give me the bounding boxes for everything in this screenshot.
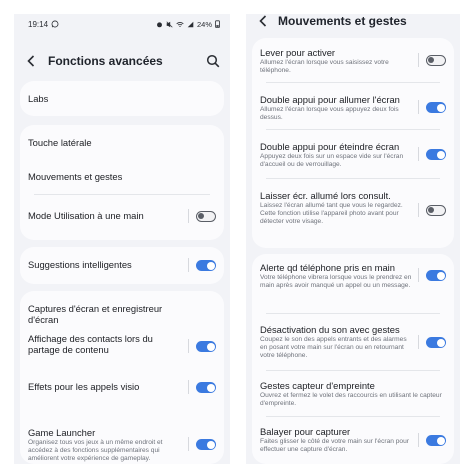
item-label: Alerte qd téléphone pris en main — [260, 262, 395, 273]
palm-swipe-capture-toggle[interactable] — [426, 435, 446, 446]
item-description: Ouvrez et fermez le volet des raccourcis… — [260, 392, 442, 407]
item-label: Double appui pour allumer l'écran — [260, 94, 400, 105]
separator — [418, 433, 419, 447]
page-title: Fonctions avancées — [48, 54, 163, 68]
gestures-card-1: Lever pour activer Allumez l'écran lorsq… — [252, 38, 454, 248]
chevron-left-icon — [27, 55, 35, 67]
list-item-lever-activer[interactable]: Lever pour activer Allumez l'écran lorsq… — [260, 38, 446, 82]
item-description: Organisez tous vos jeux à un même endroi… — [28, 439, 163, 462]
list-item-captures[interactable]: Captures d'écran et enregistreur d'écran — [28, 291, 216, 325]
left-screen: 19:14 24% Fonctions avancées Labs Touche… — [14, 14, 230, 464]
separator — [188, 339, 189, 353]
item-label: Balayer pour capturer — [260, 426, 351, 437]
smart-suggestions-toggle[interactable] — [196, 260, 216, 271]
separator — [418, 100, 419, 114]
keep-screen-on-toggle[interactable] — [426, 205, 446, 216]
list-item-mouvements-gestes[interactable]: Mouvements et gestes — [28, 161, 216, 195]
item-label: Labs — [28, 93, 49, 104]
separator — [418, 268, 419, 282]
search-icon — [206, 54, 220, 68]
double-tap-wake-toggle[interactable] — [426, 102, 446, 113]
item-label: Game Launcher — [28, 427, 96, 438]
search-button[interactable] — [206, 54, 220, 68]
list-item-labs[interactable]: Labs — [28, 81, 216, 116]
item-description: Faites glisser le côté de votre main sur… — [260, 438, 409, 453]
item-description: Coupez le son des appels entrants et des… — [260, 336, 407, 359]
item-label: Gestes capteur d'empreinte — [260, 380, 375, 391]
separator — [418, 147, 419, 161]
separator — [188, 380, 189, 394]
list-item-affichage-contacts[interactable]: Affichage des contacts lors du partage d… — [28, 323, 216, 369]
list-item-gestes-empreinte[interactable]: Gestes capteur d'empreinte Ouvrez et fer… — [260, 371, 446, 416]
signal-icon — [187, 21, 194, 27]
separator — [188, 209, 189, 223]
item-label: Affichage des contacts lors du partage d… — [28, 333, 153, 355]
suggestions-card: Suggestions intelligentes — [20, 247, 224, 284]
mute-icon — [166, 20, 173, 28]
status-bar: 19:14 24% — [28, 18, 220, 30]
chevron-left-icon — [259, 15, 267, 27]
item-label: Double appui pour éteindre écran — [260, 141, 400, 152]
list-item-suggestions[interactable]: Suggestions intelligentes — [28, 247, 216, 284]
item-label: Mode Utilisation à une main — [28, 210, 144, 221]
page-title: Mouvements et gestes — [278, 14, 407, 28]
item-description: Appuyez deux fois sur un espace vide sur… — [260, 153, 404, 168]
whatsapp-icon — [51, 20, 59, 28]
status-time: 19:14 — [28, 19, 49, 29]
separator — [418, 335, 419, 349]
lift-to-wake-toggle[interactable] — [426, 55, 446, 66]
separator — [418, 203, 419, 217]
right-screen: Mouvements et gestes Lever pour activer … — [246, 14, 460, 464]
item-label: Touche latérale — [28, 137, 92, 148]
pickup-alert-toggle[interactable] — [426, 270, 446, 281]
back-button[interactable] — [256, 14, 270, 28]
list-item-game-launcher[interactable]: Game Launcher Organisez tous vos jeux à … — [28, 403, 216, 464]
item-description: Allumez l'écran lorsque vous appuyez deu… — [260, 106, 399, 121]
one-hand-mode-toggle[interactable] — [196, 211, 216, 222]
separator — [418, 53, 419, 67]
item-label: Suggestions intelligentes — [28, 259, 132, 270]
item-description: Laissez l'écran allumé tant que vous le … — [260, 202, 403, 225]
list-item-touche-laterale[interactable]: Touche latérale — [28, 125, 216, 161]
header: Fonctions avancées — [24, 54, 230, 68]
labs-card: Labs — [20, 81, 224, 116]
item-label: Captures d'écran et enregistreur d'écran — [28, 303, 163, 325]
battery-percent: 24% — [196, 19, 212, 29]
list-item-desactivation-son[interactable]: Désactivation du son avec gestes Coupez … — [260, 314, 446, 370]
contacts-sharing-toggle[interactable] — [196, 341, 216, 352]
game-launcher-toggle[interactable] — [196, 439, 216, 450]
battery-icon — [215, 20, 220, 28]
header: Mouvements et gestes — [256, 14, 460, 28]
separator — [188, 437, 189, 451]
separator — [188, 258, 189, 272]
list-item-effets-visio[interactable]: Effets pour les appels visio — [28, 369, 216, 403]
list-item-laisser-ecran-allume[interactable]: Laisser écr. allumé lors consult. Laisse… — [260, 179, 446, 248]
list-item-balayer-capturer[interactable]: Balayer pour capturer Faites glisser le … — [260, 417, 446, 464]
list-item-alerte-telephone[interactable]: Alerte qd téléphone pris en main Votre t… — [260, 254, 446, 309]
item-label: Laisser écr. allumé lors consult. — [260, 190, 391, 201]
wifi-icon — [176, 21, 184, 27]
list-item-double-appui-allumer[interactable]: Double appui pour allumer l'écran Allume… — [260, 83, 446, 127]
list-item-double-appui-eteindre[interactable]: Double appui pour éteindre écran Appuyez… — [260, 130, 446, 176]
gestures-card-2: Alerte qd téléphone pris en main Votre t… — [252, 254, 454, 464]
item-description: Allumez l'écran lorsque vous saisissez v… — [260, 59, 389, 74]
alarm-icon — [157, 21, 162, 27]
list-item-mode-une-main[interactable]: Mode Utilisation à une main — [28, 195, 216, 239]
video-effects-toggle[interactable] — [196, 382, 216, 393]
item-label: Effets pour les appels visio — [28, 381, 140, 392]
item-label: Désactivation du son avec gestes — [260, 324, 400, 335]
item-label: Lever pour activer — [260, 47, 336, 58]
mute-gestures-toggle[interactable] — [426, 337, 446, 348]
double-tap-sleep-toggle[interactable] — [426, 149, 446, 160]
back-button[interactable] — [24, 54, 38, 68]
features-card: Captures d'écran et enregistreur d'écran… — [20, 291, 224, 464]
controls-card: Touche latérale Mouvements et gestes Mod… — [20, 125, 224, 240]
item-description: Votre téléphone vibrera lorsque vous le … — [260, 274, 412, 289]
item-label: Mouvements et gestes — [28, 171, 123, 182]
